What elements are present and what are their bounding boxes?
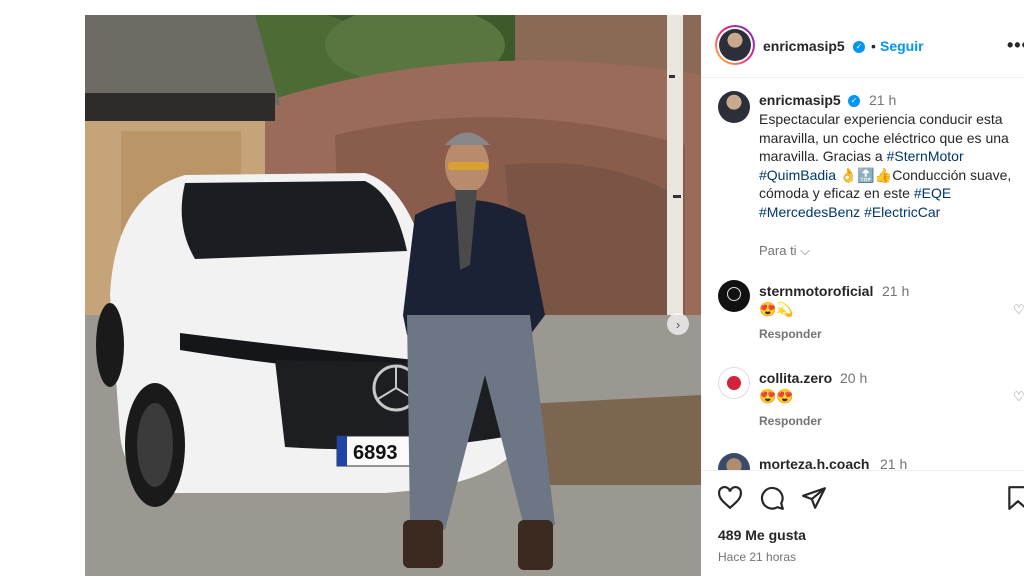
comment-item: collita.zero 20 h 😍😍 Responder ♡ [701,367,1024,437]
caption-text: Espectacular experiencia conducir esta m… [759,110,1024,221]
comment-text: 😍💫 [759,301,794,317]
comment-username[interactable]: morteza.h.coach [759,456,869,470]
hashtag-link[interactable]: #QuimBadia [759,167,836,183]
comment-icon[interactable] [759,485,785,511]
carousel-next-button[interactable]: › [667,313,689,335]
share-icon[interactable] [801,485,827,511]
chevron-right-icon: › [675,316,681,332]
photo-illustration: 6893 [85,15,701,576]
comment-avatar[interactable] [718,280,750,312]
comment-avatar[interactable] [718,453,750,470]
comment-text: 😍😍 [759,388,794,404]
separator-dot: • [871,38,876,54]
post-actions: 489 Me gusta Hace 21 horas [701,470,1024,577]
comment-time: 20 h [840,370,868,386]
comment-username[interactable]: collita.zero [759,370,832,386]
caption-segment: Espectacular experiencia conducir esta m… [759,111,1009,164]
more-options-icon[interactable]: ••• [1007,35,1024,56]
comment-like-heart-icon[interactable]: ♡ [1013,389,1024,405]
comment-item: sternmotoroficial 21 h 😍💫 Responder ♡ [701,280,1024,350]
comments-list[interactable]: enricmasip5 ✓ 21 h Espectacular experien… [701,77,1024,470]
header-username[interactable]: enricmasip5 [763,38,845,54]
hashtag-link[interactable]: #EQE [914,185,951,201]
post-photo[interactable]: 6893 › [85,15,701,576]
follow-button[interactable]: Seguir [880,38,924,54]
hashtag-link[interactable]: #SternMotor [887,148,964,164]
comment-like-heart-icon[interactable]: ♡ [1013,302,1024,318]
hashtag-link[interactable]: #MercedesBenz [759,204,860,220]
verified-badge-icon: ✓ [848,95,860,107]
para-ti-toggle[interactable]: Para ti ⌵ [759,243,810,259]
comment-item: morteza.h.coach 21 h [701,453,1024,470]
heart-icon[interactable] [717,485,743,511]
profile-avatar[interactable] [715,25,755,65]
like-count[interactable]: 489 Me gusta [718,527,806,543]
license-plate-text: 6893 [353,442,398,464]
comment-avatar[interactable] [718,367,750,399]
caption-time: 21 h [869,92,897,108]
post-header: enricmasip5 ✓ • Seguir ••• [701,15,1024,78]
post-timestamp[interactable]: Hace 21 horas [718,550,796,564]
verified-badge-icon: ✓ [853,41,865,53]
hashtag-link[interactable]: #ElectricCar [864,204,940,220]
reply-button[interactable]: Responder [759,327,822,341]
comment-username[interactable]: sternmotoroficial [759,283,873,299]
post-side-panel: enricmasip5 ✓ • Seguir ••• enricmasip5 ✓… [701,15,1024,576]
caption-username[interactable]: enricmasip5 [759,92,841,108]
bookmark-icon[interactable] [1005,485,1024,511]
reply-button[interactable]: Responder [759,414,822,428]
comment-time: 21 h [880,456,908,470]
comment-time: 21 h [882,283,910,299]
caption-avatar[interactable] [718,91,750,123]
